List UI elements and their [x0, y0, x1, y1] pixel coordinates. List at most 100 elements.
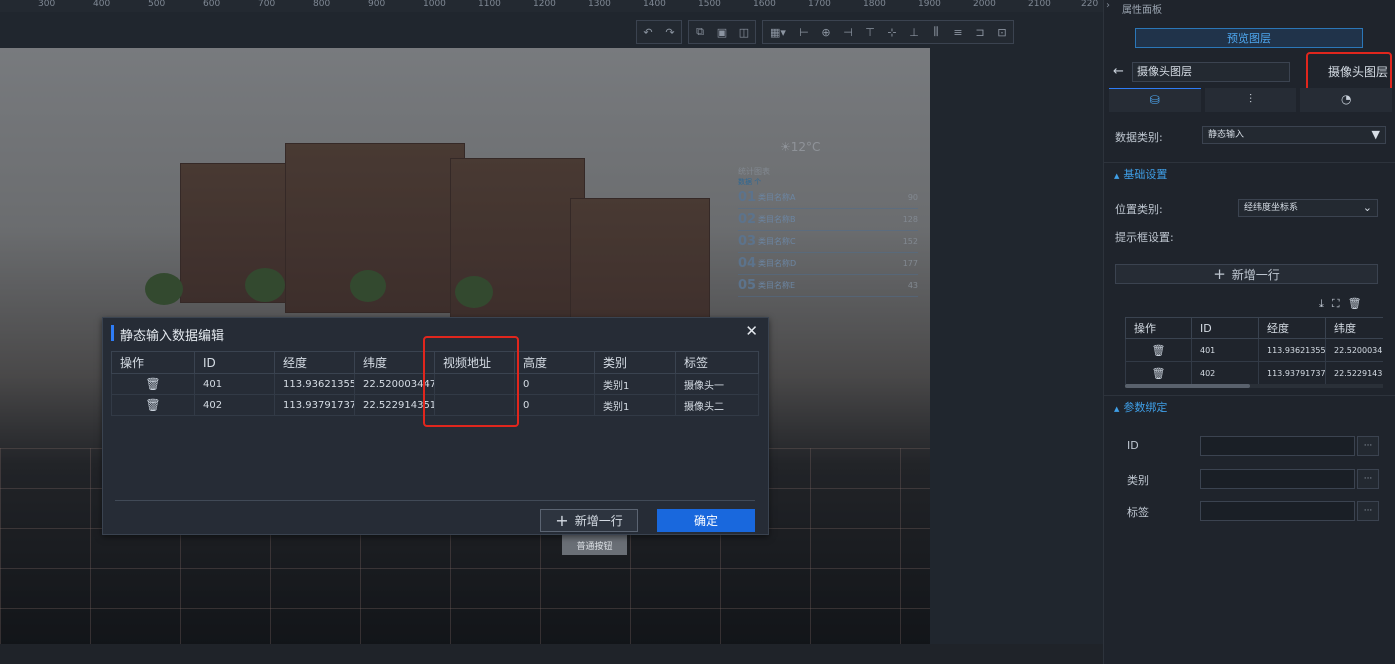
- confirm-button[interactable]: 确定: [657, 509, 755, 532]
- section-basic-settings[interactable]: ▲ 基础设置: [1104, 162, 1395, 186]
- panel-add-row-button[interactable]: + 新增一行: [1115, 264, 1378, 284]
- tab-style[interactable]: ⫶: [1204, 88, 1297, 112]
- database-icon: ⛁: [1149, 92, 1160, 107]
- table-toolbar: ⤓ ⛶ 🗑: [1319, 297, 1362, 311]
- longitude-cell[interactable]: 113.93791737645: [274, 394, 355, 416]
- height-cell[interactable]: 0: [514, 394, 595, 416]
- data-type-select[interactable]: 静态输入 ▼: [1202, 126, 1386, 144]
- table-scrollbar[interactable]: [1125, 384, 1383, 388]
- trash-icon[interactable]: 🗑: [1134, 367, 1191, 380]
- undo-icon[interactable]: ↶: [637, 21, 659, 43]
- plus-icon: +: [555, 511, 569, 530]
- trash-icon[interactable]: 🗑: [1134, 344, 1191, 357]
- header-longitude: 经度: [1258, 317, 1326, 339]
- preview-layer-button[interactable]: 预览图层: [1135, 28, 1363, 48]
- copy-icon[interactable]: ⧉: [689, 21, 711, 43]
- longitude-cell[interactable]: 113.93621355338: [274, 373, 355, 395]
- position-type-select[interactable]: 经纬度坐标系 ⌄: [1238, 199, 1378, 217]
- table-header-row: 操作 ID 经度 纬度: [1125, 317, 1383, 339]
- layout-dropdown-icon[interactable]: ▦▾: [763, 21, 793, 43]
- trash-icon[interactable]: 🗑: [120, 377, 194, 391]
- fullscreen-icon[interactable]: ⛶: [1332, 297, 1340, 311]
- trash-icon[interactable]: 🗑: [1348, 297, 1362, 311]
- fit-width-icon[interactable]: ⊐: [969, 21, 991, 43]
- download-icon[interactable]: ⤓: [1319, 297, 1324, 311]
- add-row-label: 新增一行: [574, 514, 623, 528]
- plus-icon: +: [1213, 265, 1226, 283]
- latitude-cell[interactable]: 22.5200034: [1325, 338, 1383, 362]
- id-cell[interactable]: 401: [194, 373, 275, 395]
- binding-id-more-button[interactable]: ···: [1357, 436, 1379, 456]
- header-action: 操作: [111, 351, 195, 374]
- align-middle-icon[interactable]: ⊹: [881, 21, 903, 43]
- stage-footer: [0, 644, 1103, 664]
- redo-icon[interactable]: ↷: [659, 21, 681, 43]
- tab-interaction[interactable]: ◔: [1300, 88, 1393, 112]
- height-cell[interactable]: 0: [514, 373, 595, 395]
- binding-category-more-button[interactable]: ···: [1357, 469, 1379, 489]
- data-type-label: 数据类别:: [1115, 131, 1163, 144]
- ruler-tick: 2000: [973, 0, 996, 9]
- ruler-tick: 600: [203, 0, 221, 9]
- category-cell[interactable]: 类别1: [594, 394, 676, 416]
- ruler-tick: 500: [148, 0, 166, 9]
- header-tag: 标签: [675, 351, 759, 374]
- fit-screen-icon[interactable]: ⊡: [991, 21, 1013, 43]
- layer-name-input[interactable]: 摄像头图层: [1132, 62, 1290, 82]
- position-type-value: 经纬度坐标系: [1244, 203, 1299, 213]
- history-group: ↶ ↷: [636, 20, 682, 44]
- latitude-cell[interactable]: 22.5229143: [1325, 361, 1383, 385]
- distribute-v-icon[interactable]: ≡: [947, 21, 969, 43]
- ruler-tick: 400: [93, 0, 111, 9]
- ruler-tick: 220: [1081, 0, 1099, 9]
- layer-icon[interactable]: ◫: [733, 21, 755, 43]
- binding-category-field[interactable]: [1200, 469, 1355, 489]
- back-arrow-icon[interactable]: ←: [1113, 64, 1124, 79]
- tab-data[interactable]: ⛁: [1109, 88, 1201, 112]
- binding-tag-label: 标签: [1127, 506, 1149, 519]
- ruler-tick: 1500: [698, 0, 721, 9]
- binding-id-field[interactable]: [1200, 436, 1355, 456]
- ruler-tick: 1200: [533, 0, 556, 9]
- group-icon[interactable]: ▣: [711, 21, 733, 43]
- header-longitude: 经度: [274, 351, 355, 374]
- panel-data-table: 操作 ID 经度 纬度 🗑 401 113.93621355 22.520003…: [1125, 317, 1383, 385]
- binding-tag-more-button[interactable]: ···: [1357, 501, 1379, 521]
- tag-cell[interactable]: 摄像头二: [675, 394, 759, 416]
- align-center-icon[interactable]: ⊕: [815, 21, 837, 43]
- normal-button[interactable]: 普通按钮: [562, 535, 627, 555]
- id-cell[interactable]: 402: [1191, 361, 1259, 385]
- position-type-label: 位置类别:: [1115, 203, 1163, 216]
- align-top-icon[interactable]: ⊤: [859, 21, 881, 43]
- section-param-binding[interactable]: ▲ 参数绑定: [1104, 395, 1395, 419]
- static-data-edit-dialog: 静态输入数据编辑 ✕ 操作 ID 经度 纬度 视频地址 高度 类别 标签 🗑 4…: [102, 317, 769, 535]
- triangle-up-icon: ▲: [1114, 405, 1120, 413]
- id-cell[interactable]: 401: [1191, 338, 1259, 362]
- longitude-cell[interactable]: 113.93791737: [1258, 361, 1326, 385]
- distribute-h-icon[interactable]: ⫼: [925, 21, 947, 43]
- ruler-tick: 1700: [808, 0, 831, 9]
- section-basic-label: 基础设置: [1123, 168, 1168, 181]
- close-icon[interactable]: ✕: [745, 322, 758, 340]
- binding-tag-field[interactable]: [1200, 501, 1355, 521]
- category-cell[interactable]: 类别1: [594, 373, 676, 395]
- section-binding-label: 参数绑定: [1123, 401, 1168, 414]
- align-bottom-icon[interactable]: ⊥: [903, 21, 925, 43]
- panel-table-wrapper: 操作 ID 经度 纬度 🗑 401 113.93621355 22.520003…: [1125, 317, 1383, 385]
- arrange-group: ⧉ ▣ ◫: [688, 20, 756, 44]
- scrollbar-thumb[interactable]: [1125, 384, 1250, 388]
- id-cell[interactable]: 402: [194, 394, 275, 416]
- chevron-down-icon: ⌄: [1362, 201, 1372, 214]
- highlight-video-column: [423, 336, 519, 427]
- add-row-button[interactable]: + 新增一行: [540, 509, 638, 532]
- collapse-icon[interactable]: ›: [1106, 0, 1110, 11]
- ruler-tick: 900: [368, 0, 386, 9]
- tag-cell[interactable]: 摄像头一: [675, 373, 759, 395]
- align-left-icon[interactable]: ⊢: [793, 21, 815, 43]
- tooltip-settings-label: 提示框设置:: [1115, 231, 1174, 244]
- longitude-cell[interactable]: 113.93621355: [1258, 338, 1326, 362]
- ruler-tick: 300: [38, 0, 56, 9]
- trash-icon[interactable]: 🗑: [120, 398, 194, 412]
- ruler-tick: 700: [258, 0, 276, 9]
- align-right-icon[interactable]: ⊣: [837, 21, 859, 43]
